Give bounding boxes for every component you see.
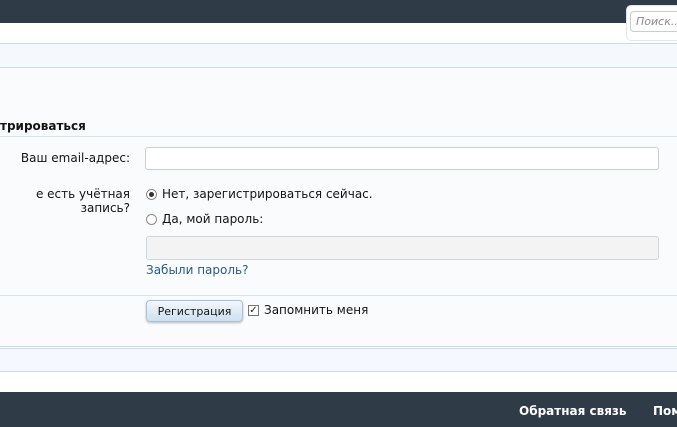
radio-register-now-label: Нет, зарегистрироваться сейчас.: [162, 187, 373, 201]
divider: [0, 295, 677, 296]
footer-link-help[interactable]: Пом: [653, 404, 677, 418]
password-field[interactable]: [146, 236, 659, 260]
email-field[interactable]: [145, 147, 659, 170]
footer-link-feedback[interactable]: Обратная связь: [519, 404, 626, 418]
register-button[interactable]: Регистрация: [146, 300, 243, 322]
email-label: Ваш email-адрес:: [20, 151, 130, 165]
checkbox-checked-icon[interactable]: ✓: [248, 304, 259, 316]
divider: [0, 136, 677, 137]
account-question-label: е есть учётная запись?: [35, 187, 130, 215]
radio-have-password[interactable]: Да, мой пароль:: [146, 212, 263, 226]
search-input[interactable]: [630, 11, 677, 32]
header-band: [0, 43, 677, 68]
remember-me[interactable]: ✓ Запомнить меня: [248, 303, 368, 317]
footer-band: [0, 348, 677, 372]
radio-register-now[interactable]: Нет, зарегистрироваться сейчас.: [146, 187, 373, 201]
login-panel-title: трироваться: [0, 119, 86, 133]
radio-have-password-label: Да, мой пароль:: [162, 212, 264, 226]
top-navigation-bar: [0, 0, 677, 23]
remember-me-label: Запомнить меня: [264, 303, 369, 317]
radio-unselected-icon[interactable]: [146, 213, 157, 225]
forgot-password-link[interactable]: Забыли пароль?: [146, 263, 248, 277]
radio-selected-icon[interactable]: [146, 188, 157, 200]
